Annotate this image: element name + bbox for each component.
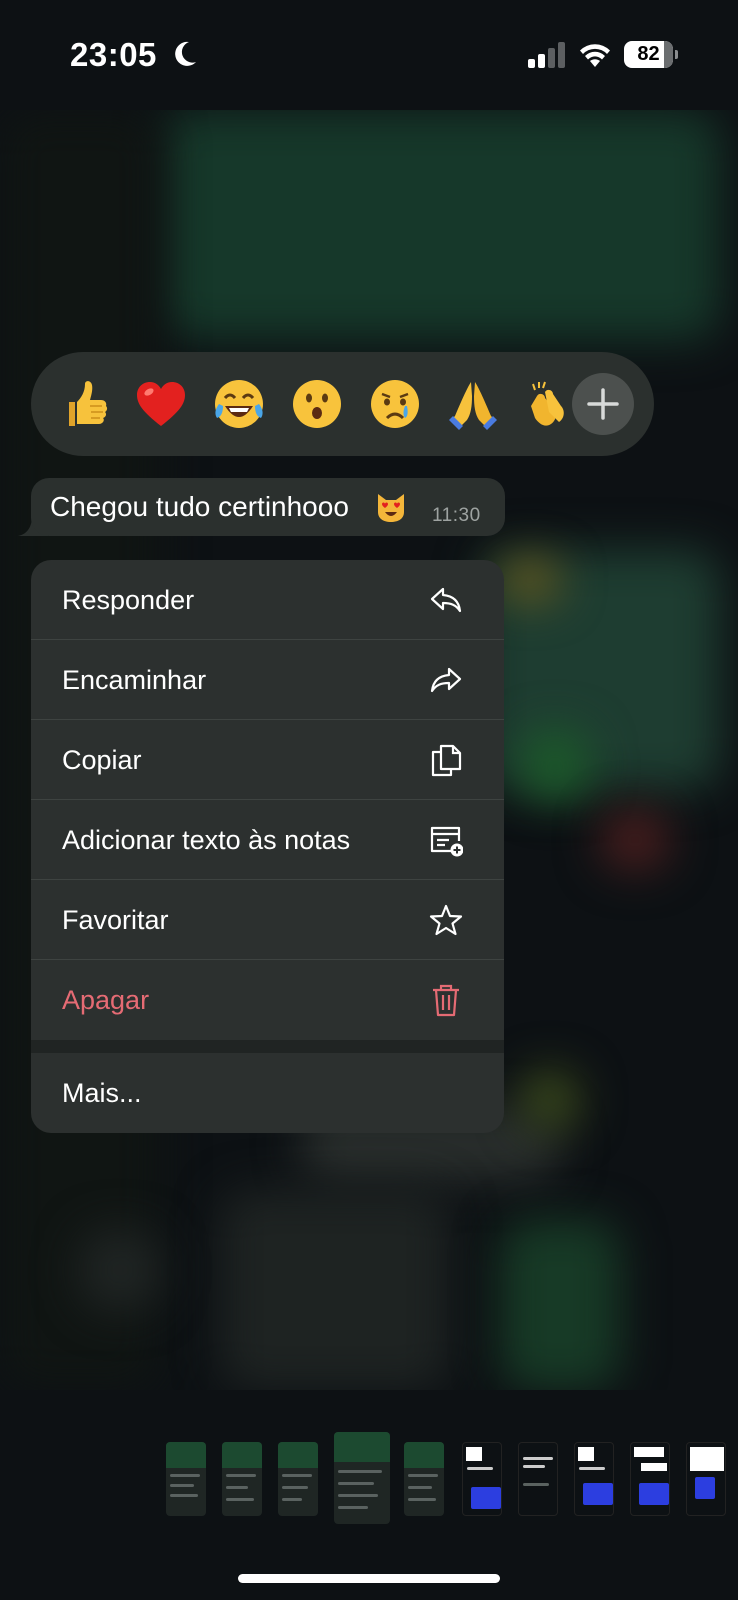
plus-icon (587, 388, 619, 420)
menu-item-delete[interactable]: Apagar (31, 960, 504, 1040)
thumbnail[interactable] (574, 1442, 614, 1516)
copy-icon (431, 744, 462, 777)
surprised-face-icon (293, 380, 341, 428)
reply-icon (430, 587, 462, 613)
status-time: 23:05 (70, 36, 157, 73)
signal-icon (528, 42, 565, 68)
folded-hands-icon (449, 382, 497, 430)
menu-item-label: Adicionar texto às notas (62, 825, 351, 855)
thumbnail[interactable] (404, 1442, 444, 1516)
reaction-bar (31, 352, 654, 456)
menu-item-label: Encaminhar (62, 665, 207, 695)
menu-item-more[interactable]: Mais... (31, 1053, 504, 1133)
red-heart-icon (137, 382, 185, 426)
menu-item-copy[interactable]: Copiar (31, 720, 504, 800)
thumbnail[interactable] (462, 1442, 502, 1516)
menu-item-label: Apagar (62, 985, 150, 1015)
thumbs-up-icon (69, 381, 108, 426)
thumbnail[interactable] (166, 1442, 206, 1516)
reaction-folded-hands[interactable] (443, 374, 503, 434)
menu-separator (31, 1040, 504, 1053)
crying-face-icon (371, 380, 419, 428)
more-reactions-button[interactable] (572, 373, 634, 435)
reaction-crying[interactable] (365, 374, 425, 434)
thumbnail[interactable] (630, 1442, 670, 1516)
menu-item-favorite[interactable]: Favoritar (31, 880, 504, 960)
star-icon (429, 904, 463, 936)
thumbnail[interactable] (518, 1442, 558, 1516)
screen: 23:05 82 Chegou tudo certinhooo 11:30 Re… (0, 0, 738, 1600)
menu-item-label: Responder (62, 585, 195, 615)
reaction-tears-of-joy[interactable] (209, 374, 269, 434)
clapping-hands-icon (531, 381, 564, 426)
reaction-red-heart[interactable] (131, 374, 191, 434)
thumbnail[interactable] (278, 1442, 318, 1516)
menu-item-add-to-notes[interactable]: Adicionar texto às notas (31, 800, 504, 880)
menu-item-label: Favoritar (62, 905, 169, 935)
message-text: Chegou tudo certinhooo (50, 491, 349, 522)
thumbnail[interactable] (222, 1442, 262, 1516)
forward-icon (430, 667, 462, 693)
reaction-thumbs-up[interactable] (53, 374, 113, 434)
status-bar: 23:05 82 (0, 0, 738, 108)
thumbnail[interactable] (686, 1442, 726, 1516)
smiling-cat-heart-eyes-icon (378, 494, 404, 522)
home-indicator[interactable] (238, 1574, 500, 1583)
thumbnail-strip (0, 1390, 738, 1540)
menu-item-forward[interactable]: Encaminhar (31, 640, 504, 720)
message-time: 11:30 (432, 505, 481, 526)
wifi-icon (580, 44, 610, 67)
battery-icon: 82 (624, 41, 678, 68)
trash-icon (433, 984, 459, 1017)
menu-item-label: Mais... (62, 1078, 142, 1108)
tears-of-joy-icon (215, 380, 263, 428)
context-menu: Responder Encaminhar Copiar Adicionar te… (31, 560, 504, 1133)
reaction-surprised[interactable] (287, 374, 347, 434)
battery-percent: 82 (637, 43, 660, 65)
add-note-icon (430, 826, 463, 857)
menu-item-reply[interactable]: Responder (31, 560, 504, 640)
menu-item-label: Copiar (62, 745, 142, 775)
moon-icon (175, 41, 196, 66)
thumbnail-selected[interactable] (334, 1432, 390, 1524)
